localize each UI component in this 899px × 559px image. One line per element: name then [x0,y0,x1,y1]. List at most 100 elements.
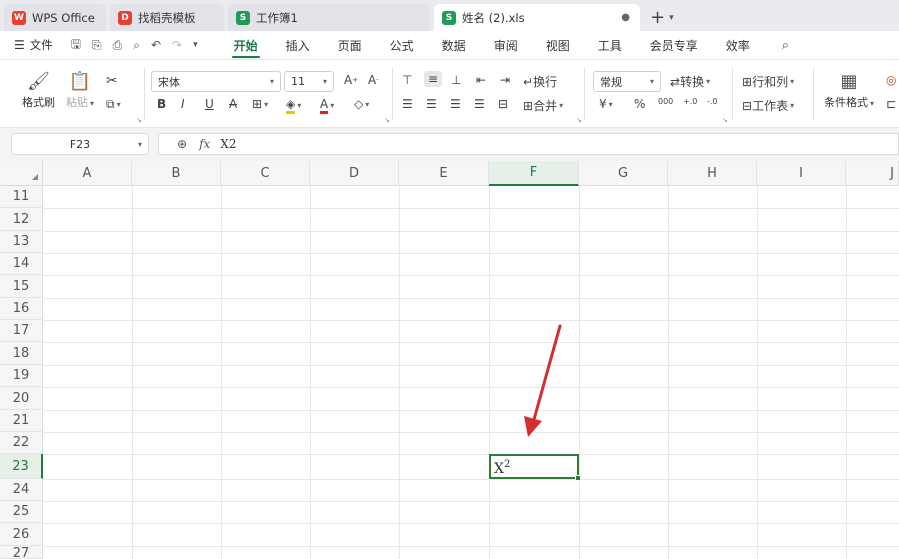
borders-button[interactable]: ⊞ ▾ [252,97,268,111]
dialog-launcher-icon[interactable]: ↘ [576,116,582,124]
undo-icon[interactable]: ↶ [151,38,161,52]
dialog-launcher-icon[interactable]: ↘ [384,116,390,124]
rows-cols-icon: ⊞ [742,74,753,89]
merge-button[interactable]: ⊞ 合并 ▾ [523,97,563,114]
worksheet-label: 工作表 [752,99,789,113]
close-dot-icon[interactable]: ● [621,12,630,23]
chevron-down-icon[interactable]: ▾ [138,140,142,149]
table-style-icon[interactable]: ⊏ [886,97,896,111]
thousands-icon[interactable]: 000 [658,97,673,106]
spreadsheet-grid[interactable]: ◢ A B C D E F G H I J 11 12 13 14 15 16 … [0,161,899,559]
zoom-icon[interactable]: ⊕ [177,137,187,151]
redo-icon[interactable]: ↷ [172,38,182,52]
decrease-indent-icon[interactable]: ⇤ [476,73,486,87]
underline-icon[interactable]: U [205,97,214,111]
tab-wps-office[interactable]: W WPS Office [4,4,106,31]
tab-formula[interactable]: 公式 [376,31,428,60]
italic-icon[interactable]: I [181,97,185,111]
currency-button[interactable]: ¥ ▾ [599,97,613,111]
decrease-font-icon[interactable]: A- [368,73,379,87]
formula-bar: F23 ▾ ⊕ fx X2 [0,128,899,161]
print-icon[interactable]: ⎙ [113,38,123,53]
ribbon-home: 🖌 格式刷 📋 粘贴 ▾ ✂ ⧉ ▾ ↘ 宋体 ▾ 11 ▾ A + A- B I U… [0,60,899,128]
number-format-select[interactable]: 常规 ▾ [593,71,661,92]
convert-button[interactable]: ⇄ 转换 ▾ [670,73,710,90]
cell-style-icon[interactable]: ◎ [886,73,896,87]
rows-cols-button[interactable]: ⊞ 行和列 ▾ [742,73,794,90]
scissors-icon[interactable]: ✂ [106,73,118,89]
eraser-icon: ◇ [354,97,364,111]
format-painter-button[interactable]: 🖌 格式刷 [22,70,55,110]
file-menu-button[interactable]: ☰ 文件 [14,37,53,53]
align-center-icon[interactable]: ☰ [426,97,437,111]
align-top-icon[interactable]: ⊤ [402,73,412,87]
font-name-select[interactable]: 宋体 ▾ [151,71,281,92]
chevron-down-icon: ▾ [269,77,274,86]
number-format-value: 常规 [600,75,622,89]
ribbon-separator [144,68,145,120]
worksheet-button[interactable]: ⊟ 工作表 ▾ [742,97,794,114]
percent-icon[interactable]: % [634,97,645,111]
tab-data[interactable]: 数据 [428,31,480,60]
tab-tools[interactable]: 工具 [584,31,636,60]
font-size-value: 11 [291,75,305,88]
tab-view[interactable]: 视图 [532,31,584,60]
dialog-launcher-icon[interactable]: ↘ [136,116,142,124]
chevron-down-icon: ▾ [649,77,654,86]
align-right-icon[interactable]: ☰ [450,97,461,111]
formula-input[interactable]: ⊕ fx X2 [158,133,899,155]
tab-label: 找稻壳模板 [138,10,196,25]
tab-insert[interactable]: 插入 [272,31,324,60]
tab-efficiency[interactable]: 效率 [712,31,764,60]
save-icon[interactable]: 🖫 [71,35,81,56]
font-size-select[interactable]: 11 ▾ [284,71,334,92]
font-color-button[interactable]: A ▾ [320,97,334,114]
conditional-format-button[interactable]: ▦ 条件格式 ▾ [824,70,874,110]
tab-member[interactable]: 会员专享 [636,31,712,60]
strikethrough-icon[interactable]: A [229,97,237,111]
fx-icon[interactable]: fx [199,137,210,151]
convert-icon: ⇄ [670,74,681,89]
wrap-label: 换行 [533,75,558,89]
justify-icon[interactable]: ☰ [474,97,485,111]
menu-bar: ☰ 文件 🖫 ⎘ ⎙ ⌕ ↶ ↷ ▾ 开始 插入 页面 公式 数据 审阅 视图 … [0,31,899,60]
wrap-icon: ↵ [523,74,534,89]
wrap-text-button[interactable]: ↵ 换行 [523,73,557,90]
clear-button[interactable]: ◇ ▾ [354,97,369,111]
borders-icon: ⊞ [252,97,263,111]
name-box[interactable]: F23 ▾ [11,133,149,155]
rows-cols-label: 行和列 [752,75,789,89]
fill-bucket-icon: ◈ [286,97,296,114]
tab-name-xls[interactable]: S 姓名 (2).xls ● [434,4,640,31]
dialog-launcher-icon[interactable]: ↘ [722,116,728,124]
chevron-down-icon[interactable]: ▾ [193,40,198,50]
fill-color-button[interactable]: ◈ ▾ [286,97,301,114]
tab-label: WPS Office [32,10,95,25]
increase-indent-icon[interactable]: ⇥ [500,73,510,87]
tab-workbook1[interactable]: S 工作簿1 [228,4,430,31]
tab-home[interactable]: 开始 [220,31,272,60]
align-left-icon[interactable]: ☰ [402,97,413,111]
convert-label: 转换 [680,75,705,89]
conditional-format-icon: ▦ [840,71,858,92]
increase-decimal-icon[interactable]: +.0 [683,97,697,106]
new-tab-button[interactable]: + ▾ [650,4,674,31]
name-box-value: F23 [69,137,91,151]
tab-docer-templates[interactable]: D 找稻壳模板 [110,4,224,31]
distributed-icon[interactable]: ⊟ [498,97,508,111]
paste-button[interactable]: 📋 粘贴 ▾ [66,70,94,110]
wps-logo-icon: W [12,10,26,25]
copy-button[interactable]: ⧉ ▾ [106,97,121,112]
tab-review[interactable]: 审阅 [480,31,532,60]
bold-icon[interactable]: B [157,97,166,111]
chevron-down-icon[interactable]: ▾ [669,13,674,23]
tab-page[interactable]: 页面 [324,31,376,60]
export-icon[interactable]: ⎘ [92,38,102,53]
ribbon-separator [584,68,585,120]
search-icon[interactable]: ⌕ [782,38,789,53]
increase-font-icon[interactable]: A + [344,73,358,87]
decrease-decimal-icon[interactable]: -.0 [707,97,718,106]
print-preview-icon[interactable]: ⌕ [133,38,140,53]
align-middle-icon[interactable]: ≡ [424,71,443,87]
align-bottom-icon[interactable]: ⊥ [451,73,461,87]
